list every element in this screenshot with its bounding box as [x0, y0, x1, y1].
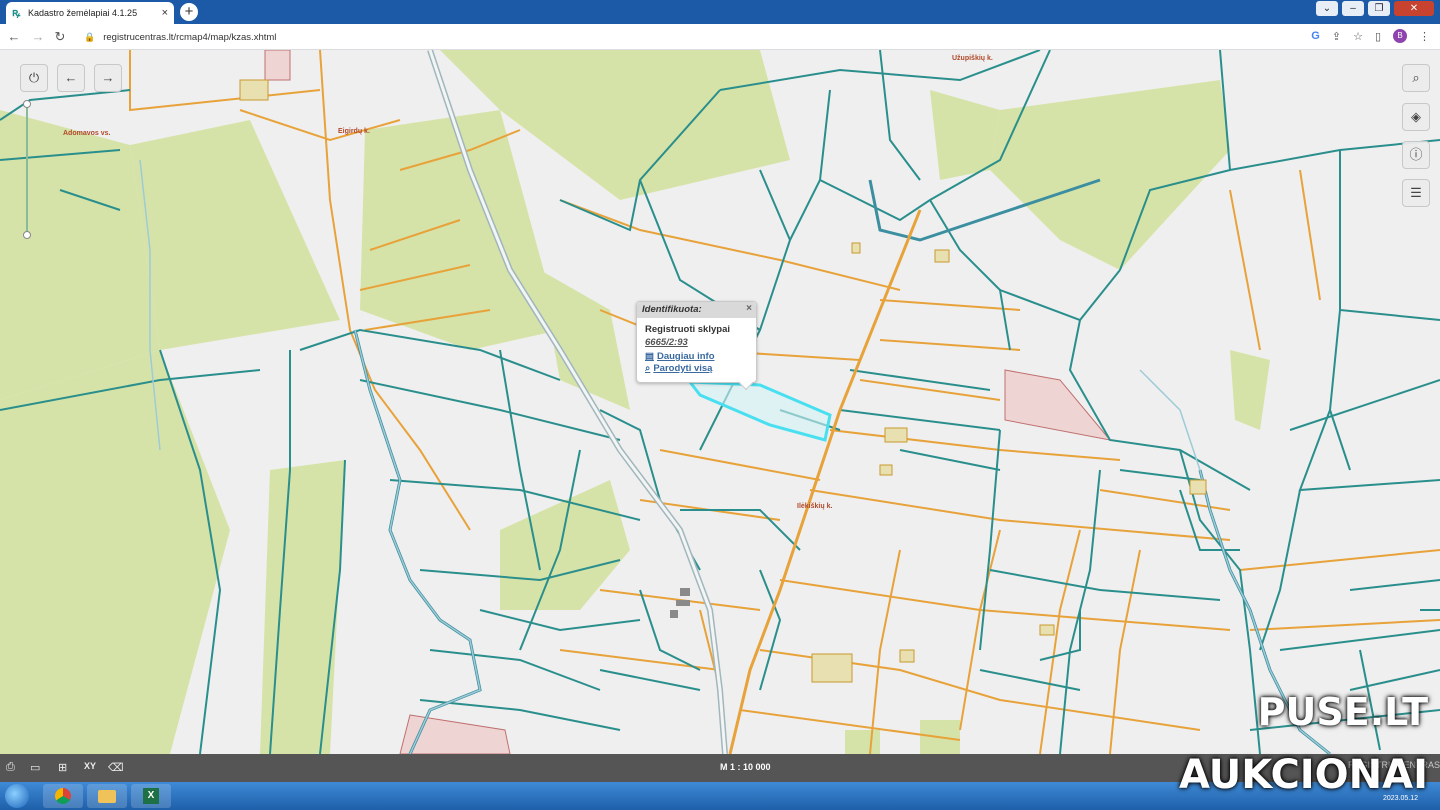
chrome-taskbar-icon[interactable]	[43, 784, 83, 808]
place-label: Užupiškių k.	[952, 55, 993, 62]
more-info-link[interactable]: ▤ Daugiau info	[637, 348, 756, 362]
parcel-id-link[interactable]: 6665/2:93	[637, 335, 756, 348]
forward-arrow-icon[interactable]: →	[94, 64, 122, 92]
popup-title: Identifikuota:	[642, 304, 702, 315]
popup-close-icon[interactable]: ×	[746, 303, 752, 314]
chevron-down-icon[interactable]: ⌄	[1316, 1, 1338, 16]
explorer-taskbar-icon[interactable]	[87, 784, 127, 808]
url-text: registrucentras.lt/rcmap4/map/kzas.xhtml	[103, 31, 277, 43]
back-arrow-icon[interactable]: ←	[6, 29, 22, 44]
map-canvas	[0, 50, 1440, 754]
window-controls: ⌄ – ❐ ✕	[1316, 1, 1434, 16]
sidepanel-icon[interactable]: ▯	[1375, 30, 1381, 43]
show-all-label: Parodyti visą	[653, 363, 713, 374]
measure-icon[interactable]: ▭	[30, 761, 40, 774]
watermark-line2: AUKCIONAI	[1179, 752, 1428, 798]
zoom-slider[interactable]	[26, 102, 28, 234]
tab-close-icon[interactable]: ×	[162, 7, 168, 19]
url-field[interactable]: 🔒 registrucentras.lt/rcmap4/map/kzas.xht…	[78, 27, 1288, 47]
close-window-icon[interactable]: ✕	[1394, 1, 1434, 16]
map-scale: M 1 : 10 000	[720, 762, 771, 772]
google-icon[interactable]: G	[1311, 30, 1320, 42]
add-doc-icon[interactable]: ⊞	[58, 761, 67, 774]
xy-icon[interactable]: XY	[84, 761, 96, 771]
identify-popup: Identifikuota: × Registruoti sklypai 666…	[636, 301, 757, 391]
watermark-line1: PUSE.LT	[1257, 690, 1428, 734]
tab-title: Kadastro žemėlapiai 4.1.25	[28, 8, 138, 18]
back-arrow-icon[interactable]: ←	[57, 64, 85, 92]
selected-parcel[interactable]	[686, 380, 832, 442]
minimize-icon[interactable]: –	[1342, 1, 1364, 16]
place-label: Ilėkiškių k.	[797, 503, 833, 510]
legend-icon[interactable]: ☰	[1402, 179, 1430, 207]
document-icon: ▤	[645, 351, 654, 362]
info-icon[interactable]: ⓘ	[1402, 141, 1430, 169]
print-icon[interactable]: ⎙	[6, 761, 15, 774]
zoom-in-knob[interactable]	[23, 100, 31, 108]
magnifier-icon: ⌕	[645, 363, 651, 374]
browser-tab-bar: ꝶ Kadastro žemėlapiai 4.1.25 × + ⌄ – ❐ ✕	[0, 0, 1440, 24]
browser-tab[interactable]: ꝶ Kadastro žemėlapiai 4.1.25 ×	[6, 2, 174, 24]
show-all-link[interactable]: ⌕ Parodyti visą	[637, 362, 756, 374]
power-icon[interactable]: ⏻	[20, 64, 48, 92]
new-tab-button[interactable]: +	[180, 3, 198, 21]
restore-icon[interactable]: ❐	[1368, 1, 1390, 16]
popup-section-title: Registruoti sklypai	[645, 324, 730, 335]
popup-header: Identifikuota: ×	[637, 302, 756, 318]
search-icon[interactable]: ⌕	[1402, 64, 1430, 92]
place-label: Eigirdų k.	[338, 128, 370, 135]
zoom-out-knob[interactable]	[23, 231, 31, 239]
farm-buildings	[670, 588, 690, 618]
share-icon[interactable]: ⇪	[1332, 30, 1341, 43]
place-label: Adomavos vs.	[63, 130, 111, 137]
site-favicon-icon: ꝶ	[12, 7, 21, 19]
address-bar: ← → ↻ 🔒 registrucentras.lt/rcmap4/map/kz…	[0, 24, 1440, 50]
window-title-blur	[560, 4, 900, 18]
forward-arrow-icon[interactable]: →	[30, 29, 46, 44]
layers-icon[interactable]: ◈	[1402, 103, 1430, 131]
browser-toolbar-icons: G ⇪ ☆ ▯ B ⋮	[1311, 29, 1430, 43]
start-button[interactable]	[5, 784, 29, 808]
menu-kebab-icon[interactable]: ⋮	[1419, 30, 1430, 43]
profile-avatar[interactable]: B	[1393, 29, 1407, 43]
excel-taskbar-icon[interactable]: X	[131, 784, 171, 808]
reload-icon[interactable]: ↻	[52, 29, 68, 45]
cadastral-map[interactable]: ⏻ ← → ⌕ ◈ ⓘ ☰ Adomavos vs. Eigirdų k. Už…	[0, 50, 1440, 754]
lock-icon: 🔒	[84, 31, 96, 42]
more-info-label: Daugiau info	[656, 351, 715, 362]
eraser-icon[interactable]: ⌫	[108, 761, 124, 774]
bookmark-star-icon[interactable]: ☆	[1353, 30, 1363, 43]
